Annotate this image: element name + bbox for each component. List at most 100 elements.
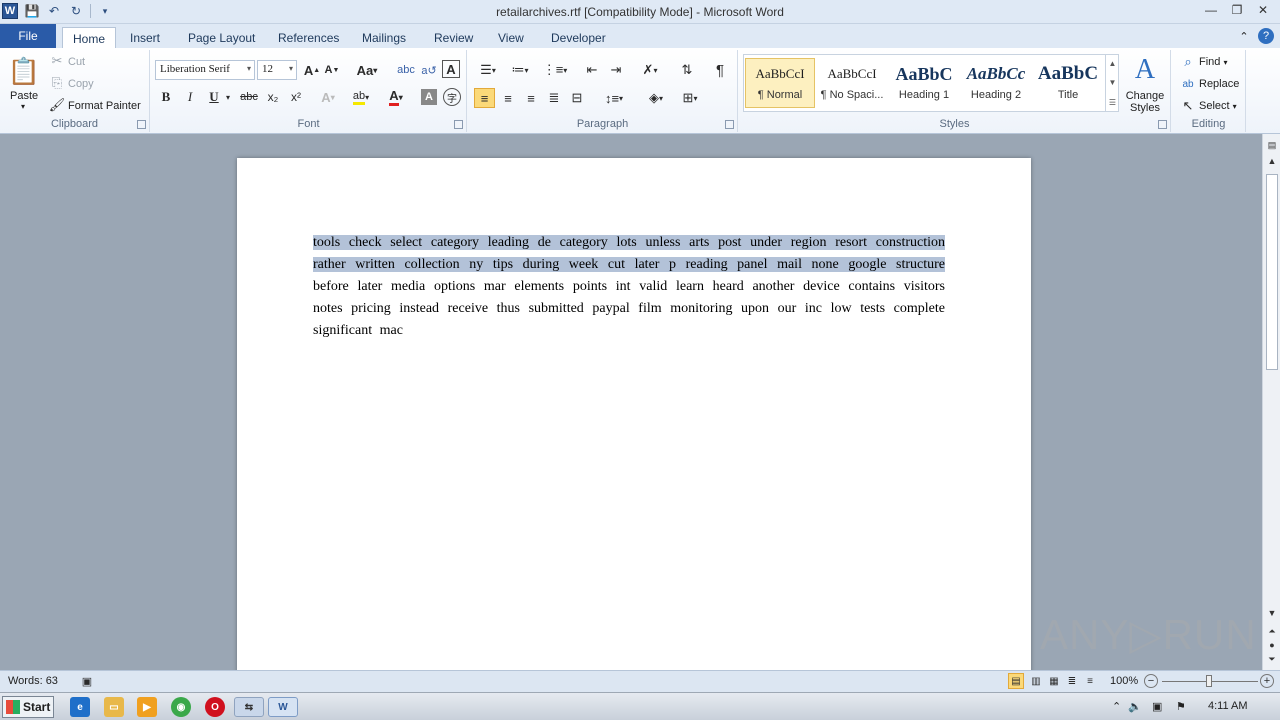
clear-formatting-icon[interactable]: a↺: [419, 60, 439, 80]
close-icon[interactable]: ✕: [1254, 2, 1272, 18]
proofing-icon[interactable]: ▣: [78, 673, 96, 689]
print-layout-icon[interactable]: ▤: [1008, 673, 1024, 689]
shrink-font-icon[interactable]: A ▼: [323, 60, 341, 80]
tab-view[interactable]: View: [488, 27, 534, 48]
action-center-flag-icon[interactable]: ⚑: [1176, 700, 1186, 713]
phonetic-guide-icon[interactable]: abc: [396, 60, 416, 80]
bold-icon[interactable]: B: [157, 88, 175, 106]
grow-font-icon[interactable]: A ▲: [303, 60, 321, 80]
select-browse-object-icon[interactable]: ●: [1263, 640, 1280, 650]
paste-icon[interactable]: 📋: [8, 54, 40, 88]
tab-insert[interactable]: Insert: [120, 27, 170, 48]
shading-icon[interactable]: ◈ ▾: [642, 88, 670, 108]
restore-icon[interactable]: ❐: [1228, 2, 1246, 18]
chrome-icon[interactable]: ◉: [171, 697, 191, 717]
enclose-characters-icon[interactable]: 字: [443, 88, 461, 106]
tray-expand-icon[interactable]: ⌃: [1112, 700, 1121, 713]
styles-scroll-down-icon[interactable]: ▼: [1109, 78, 1117, 87]
styles-scroll-up-icon[interactable]: ▲: [1109, 59, 1117, 68]
paragraph-launcher-icon[interactable]: [725, 120, 734, 129]
zoom-slider-thumb[interactable]: [1206, 675, 1212, 687]
tab-mailings[interactable]: Mailings: [352, 27, 416, 48]
styles-scroll[interactable]: ▲ ▼ ☰: [1105, 54, 1119, 112]
font-family-combo[interactable]: Liberation Serif ▾: [155, 60, 255, 80]
document-page[interactable]: tools check select category leading de c…: [237, 158, 1031, 678]
increase-indent-icon[interactable]: ⇥: [606, 60, 626, 80]
draft-icon[interactable]: ≡: [1082, 673, 1098, 689]
style-no-spacing[interactable]: AaBbCcI ¶ No Spaci...: [817, 58, 887, 108]
change-styles-button[interactable]: Change Styles: [1125, 90, 1165, 114]
font-color-icon[interactable]: A ▾: [383, 88, 409, 106]
scroll-down-icon[interactable]: ▼: [1263, 608, 1280, 618]
zoom-in-icon[interactable]: +: [1260, 674, 1274, 688]
sort-icon[interactable]: ⇅: [676, 60, 698, 80]
help-icon[interactable]: ?: [1258, 28, 1274, 44]
taskbar-app-icon[interactable]: ⇆: [234, 697, 264, 717]
previous-page-icon[interactable]: ⏶: [1263, 626, 1280, 637]
paste-dropdown-icon[interactable]: ▾: [21, 102, 25, 111]
scroll-up-icon[interactable]: ▲: [1263, 156, 1280, 166]
change-styles-icon[interactable]: A: [1125, 54, 1165, 86]
tab-references[interactable]: References: [268, 27, 349, 48]
replace-button[interactable]: Replace: [1199, 78, 1239, 90]
styles-more-icon[interactable]: ☰: [1109, 98, 1116, 107]
document-body[interactable]: tools check select category leading de c…: [313, 232, 945, 342]
change-case-icon[interactable]: Aa ▾: [355, 60, 379, 80]
tab-review[interactable]: Review: [424, 27, 483, 48]
clock[interactable]: 4:11 AM: [1208, 700, 1248, 712]
scroll-thumb[interactable]: [1266, 174, 1278, 370]
zoom-level[interactable]: 100%: [1110, 675, 1138, 687]
underline-icon[interactable]: U: [205, 88, 223, 106]
binoculars-icon[interactable]: ⌕: [1180, 54, 1196, 70]
select-cursor-icon[interactable]: ↖: [1180, 98, 1196, 114]
tab-home[interactable]: Home: [62, 27, 117, 49]
text-effects-icon[interactable]: A ▾: [317, 88, 339, 106]
style-heading-1[interactable]: AaBbC Heading 1: [889, 58, 959, 108]
media-player-icon[interactable]: ▶: [137, 697, 157, 717]
borders-icon[interactable]: ⊞ ▾: [676, 88, 704, 108]
full-screen-reading-icon[interactable]: ▥: [1028, 673, 1044, 689]
copy-button[interactable]: Copy: [68, 78, 94, 90]
internet-explorer-icon[interactable]: e: [70, 697, 90, 717]
strikethrough-icon[interactable]: abc: [237, 88, 261, 106]
clipboard-launcher-icon[interactable]: [137, 120, 146, 129]
opera-icon[interactable]: O: [205, 697, 225, 717]
replace-icon[interactable]: ab: [1180, 76, 1196, 92]
align-right-icon[interactable]: ≡: [521, 88, 541, 108]
tab-page-layout[interactable]: Page Layout: [178, 27, 265, 48]
taskbar-word-icon[interactable]: W: [268, 697, 298, 717]
font-launcher-icon[interactable]: [454, 120, 463, 129]
ruler-toggle-icon[interactable]: ▤: [1263, 140, 1280, 151]
zoom-out-icon[interactable]: −: [1144, 674, 1158, 688]
minimize-ribbon-icon[interactable]: ⌃: [1236, 28, 1252, 44]
styles-launcher-icon[interactable]: [1158, 120, 1167, 129]
start-button[interactable]: Start: [2, 696, 54, 718]
superscript-icon[interactable]: x²: [286, 88, 306, 106]
style-normal[interactable]: AaBbCcI ¶ Normal: [745, 58, 815, 108]
bullets-icon[interactable]: ☰ ▾: [476, 60, 500, 80]
volume-icon[interactable]: 🔈: [1128, 700, 1142, 713]
align-center-icon[interactable]: ≡: [498, 88, 518, 108]
web-layout-icon[interactable]: ▦: [1046, 673, 1062, 689]
format-painter-icon[interactable]: 🖌: [49, 97, 66, 112]
select-button[interactable]: Select ▾: [1199, 100, 1237, 112]
font-size-combo[interactable]: 12 ▾: [257, 60, 297, 80]
next-page-icon[interactable]: ⏷: [1263, 654, 1280, 665]
italic-icon[interactable]: I: [181, 88, 199, 106]
format-painter-button[interactable]: Format Painter: [68, 100, 141, 112]
vertical-scrollbar[interactable]: ▤ ▲ ▼ ⏶ ● ⏷: [1262, 134, 1280, 670]
selected-text[interactable]: tools check select category leading de c…: [313, 235, 945, 272]
network-icon[interactable]: ▣: [1152, 700, 1162, 713]
word-count[interactable]: Words: 63: [8, 675, 58, 687]
underline-dropdown-icon[interactable]: ▾: [223, 88, 233, 106]
cut-button[interactable]: Cut: [68, 56, 85, 68]
show-formatting-icon[interactable]: ¶: [710, 60, 730, 80]
highlight-color-icon[interactable]: ab ▾: [347, 88, 375, 106]
decrease-indent-icon[interactable]: ⇤: [582, 60, 602, 80]
outline-icon[interactable]: ≣: [1064, 673, 1080, 689]
line-spacing-icon[interactable]: ↕≡ ▾: [600, 88, 628, 108]
character-shading-icon[interactable]: A: [421, 89, 437, 105]
justify-icon[interactable]: ≣: [544, 88, 564, 108]
align-left-icon[interactable]: ≡: [474, 88, 495, 108]
tab-developer[interactable]: Developer: [541, 27, 616, 48]
